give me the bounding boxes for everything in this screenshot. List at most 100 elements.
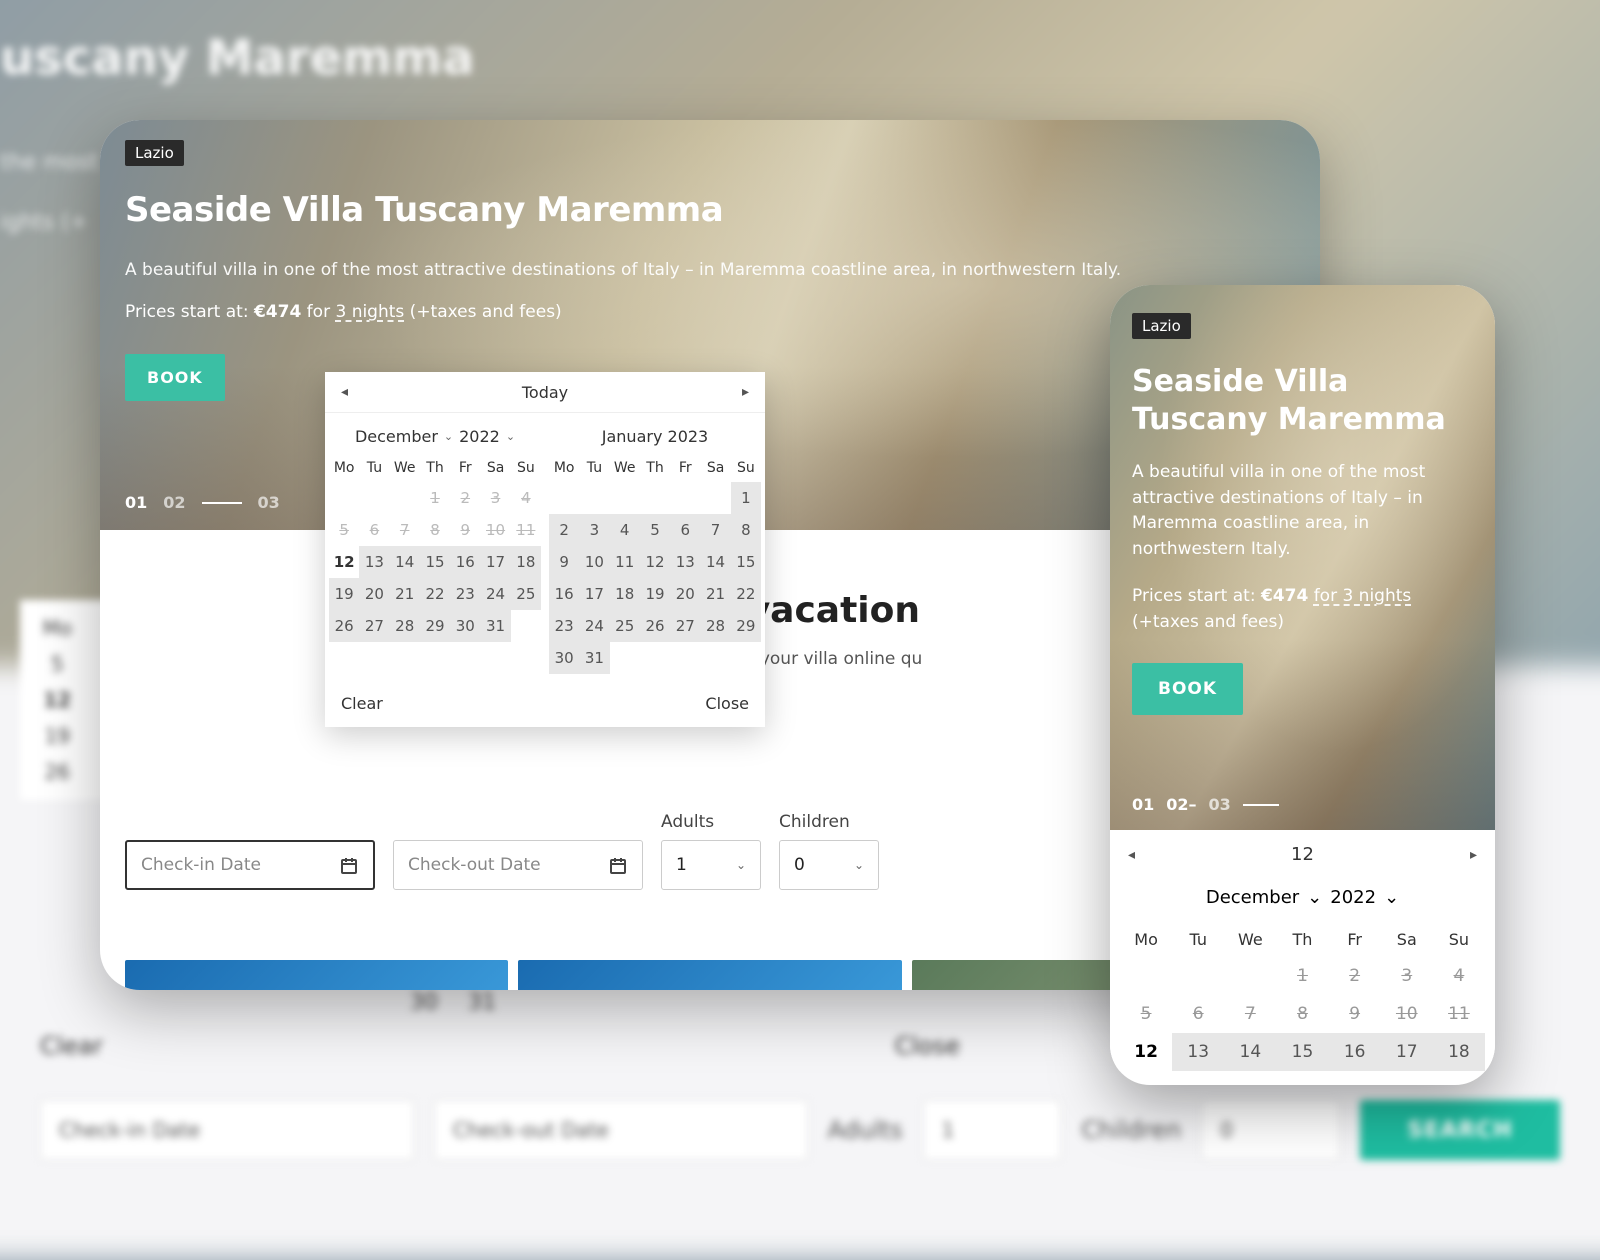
book-button[interactable]: BOOK — [125, 354, 225, 401]
dp-day[interactable]: 28 — [390, 610, 420, 642]
dp-day[interactable]: 16 — [450, 546, 480, 578]
m-dp-day[interactable]: 12 — [1120, 1033, 1172, 1071]
dp-month-title[interactable]: January 2023 — [549, 419, 761, 454]
dp-day: 1 — [420, 482, 450, 514]
m-hero-pager[interactable]: 01 02– 03 — [1132, 795, 1279, 814]
m-dp-day: 8 — [1276, 995, 1328, 1033]
adults-select[interactable]: 1 ⌄ — [661, 840, 761, 890]
hero-description: A beautiful villa in one of the most att… — [125, 260, 1295, 280]
dp-day[interactable]: 30 — [549, 642, 579, 674]
checkout-input[interactable]: Check-out Date — [393, 840, 643, 890]
m-dp-dow-header: We — [1224, 922, 1276, 957]
dp-day[interactable]: 23 — [450, 578, 480, 610]
dp-dow-header: Mo — [329, 454, 359, 482]
m-pager-line — [1243, 804, 1279, 806]
dp-day[interactable]: 20 — [359, 578, 389, 610]
dp-day[interactable]: 24 — [480, 578, 510, 610]
dp-day[interactable]: 18 — [610, 578, 640, 610]
dp-day[interactable]: 30 — [450, 610, 480, 642]
m-dp-today-button[interactable]: 12 — [1291, 844, 1314, 865]
checkout-field: Check-out Date — [393, 840, 643, 890]
dp-day[interactable]: 22 — [420, 578, 450, 610]
checkin-input[interactable]: Check-in Date — [125, 840, 375, 890]
dp-day[interactable]: 2 — [549, 514, 579, 546]
dp-day[interactable]: 9 — [549, 546, 579, 578]
dp-dow-header: Sa — [480, 454, 510, 482]
dp-day[interactable]: 25 — [511, 578, 541, 610]
dp-day[interactable]: 13 — [670, 546, 700, 578]
dp-day[interactable]: 18 — [511, 546, 541, 578]
dp-day[interactable]: 6 — [670, 514, 700, 546]
dp-day[interactable]: 25 — [610, 610, 640, 642]
dp-day[interactable]: 12 — [640, 546, 670, 578]
pager-1[interactable]: 01 — [125, 493, 147, 512]
dp-day: 9 — [450, 514, 480, 546]
m-hero-price: Prices start at: €474 for 3 nights (+tax… — [1132, 584, 1473, 635]
dp-day[interactable]: 27 — [670, 610, 700, 642]
m-dp-month-title[interactable]: December⌄ 2022⌄ — [1110, 879, 1495, 922]
dp-day[interactable]: 7 — [700, 514, 730, 546]
dp-next-button[interactable]: ▸ — [738, 380, 753, 404]
dp-day[interactable]: 21 — [700, 578, 730, 610]
dp-day[interactable]: 14 — [390, 546, 420, 578]
m-dp-day[interactable]: 13 — [1172, 1033, 1224, 1071]
dp-day[interactable]: 20 — [670, 578, 700, 610]
dp-today-button[interactable]: Today — [522, 383, 568, 402]
dp-day[interactable]: 3 — [579, 514, 609, 546]
dp-day[interactable]: 1 — [731, 482, 761, 514]
dp-day[interactable]: 26 — [329, 610, 359, 642]
dp-day[interactable]: 10 — [579, 546, 609, 578]
dp-day[interactable]: 29 — [420, 610, 450, 642]
dp-day[interactable]: 24 — [579, 610, 609, 642]
dp-day[interactable]: 14 — [700, 546, 730, 578]
m-pager-3[interactable]: 03 — [1209, 795, 1231, 814]
dp-day[interactable]: 8 — [731, 514, 761, 546]
pager-2[interactable]: 02 — [163, 493, 185, 512]
dp-day[interactable]: 27 — [359, 610, 389, 642]
dp-day[interactable]: 11 — [610, 546, 640, 578]
dp-day[interactable]: 17 — [480, 546, 510, 578]
m-dp-next-button[interactable]: ▸ — [1470, 847, 1477, 863]
chevron-down-icon: ⌄ — [506, 430, 515, 443]
m-dp-prev-button[interactable]: ◂ — [1128, 847, 1135, 863]
dp-day[interactable]: 31 — [579, 642, 609, 674]
pager-3[interactable]: 03 — [258, 493, 280, 512]
m-dp-dow-header: Th — [1276, 922, 1328, 957]
dp-day[interactable]: 31 — [480, 610, 510, 642]
m-dp-day: 6 — [1172, 995, 1224, 1033]
dp-dow-header: Mo — [549, 454, 579, 482]
dp-day[interactable]: 13 — [359, 546, 389, 578]
dp-day[interactable]: 17 — [579, 578, 609, 610]
m-pager-1[interactable]: 01 — [1132, 795, 1154, 814]
m-book-button[interactable]: BOOK — [1132, 663, 1243, 715]
dp-month-title[interactable]: December⌄ 2022⌄ — [329, 419, 541, 454]
children-select[interactable]: 0 ⌄ — [779, 840, 879, 890]
dp-clear-button[interactable]: Clear — [341, 694, 383, 713]
dp-day[interactable]: 29 — [731, 610, 761, 642]
dp-day[interactable]: 5 — [640, 514, 670, 546]
dp-day[interactable]: 22 — [731, 578, 761, 610]
dp-day[interactable]: 19 — [329, 578, 359, 610]
m-dp-day[interactable]: 16 — [1329, 1033, 1381, 1071]
m-dp-day[interactable]: 18 — [1433, 1033, 1485, 1071]
dp-prev-button[interactable]: ◂ — [337, 380, 352, 404]
dp-close-button[interactable]: Close — [705, 694, 749, 713]
m-pager-2[interactable]: 02– — [1166, 795, 1196, 814]
dp-day[interactable]: 26 — [640, 610, 670, 642]
dp-day[interactable]: 28 — [700, 610, 730, 642]
dp-day[interactable]: 19 — [640, 578, 670, 610]
dp-day[interactable]: 23 — [549, 610, 579, 642]
dp-day[interactable]: 12 — [329, 546, 359, 578]
m-location-tag[interactable]: Lazio — [1132, 313, 1191, 339]
dp-day[interactable]: 21 — [390, 578, 420, 610]
hero-pager[interactable]: 01 02 03 — [125, 493, 280, 512]
m-dp-day[interactable]: 17 — [1381, 1033, 1433, 1071]
m-dp-day[interactable]: 15 — [1276, 1033, 1328, 1071]
dp-day[interactable]: 4 — [610, 514, 640, 546]
m-dp-day[interactable]: 14 — [1224, 1033, 1276, 1071]
dp-day[interactable]: 15 — [731, 546, 761, 578]
dp-day[interactable]: 15 — [420, 546, 450, 578]
location-tag[interactable]: Lazio — [125, 140, 184, 166]
dp-day: 7 — [390, 514, 420, 546]
dp-day[interactable]: 16 — [549, 578, 579, 610]
